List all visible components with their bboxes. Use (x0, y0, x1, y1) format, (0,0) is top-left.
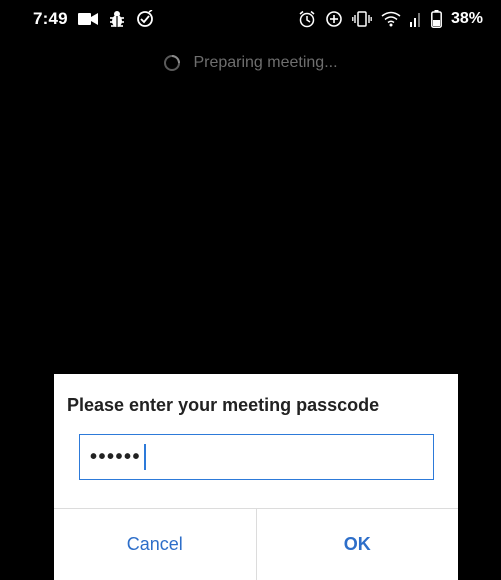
check-badge-icon (136, 10, 154, 28)
alarm-icon (298, 10, 316, 28)
text-cursor (144, 444, 147, 470)
signal-icon (409, 11, 422, 27)
status-left: 7:49 (33, 9, 154, 29)
bug-icon (108, 10, 126, 28)
ok-button[interactable]: OK (255, 509, 459, 580)
video-camera-icon (77, 12, 98, 26)
spinner-icon (163, 54, 181, 72)
cancel-button[interactable]: Cancel (54, 509, 256, 580)
data-saver-icon (325, 10, 343, 28)
status-bar: 7:49 38% (0, 0, 501, 38)
passcode-value: •••••• (90, 445, 142, 468)
loading-indicator: Preparing meeting... (0, 50, 501, 76)
wifi-icon (381, 11, 401, 27)
battery-icon (431, 10, 442, 28)
loading-text: Preparing meeting... (193, 54, 338, 71)
status-time: 7:49 (33, 9, 68, 28)
battery-percent: 38% (450, 10, 483, 27)
passcode-input[interactable]: •••••• (79, 434, 434, 480)
passcode-dialog: Please enter your meeting passcode •••••… (54, 374, 458, 580)
dialog-actions: Cancel OK (54, 508, 458, 580)
dialog-title: Please enter your meeting passcode (67, 395, 380, 415)
vibrate-icon (352, 11, 372, 27)
status-right: 38% (298, 9, 483, 29)
